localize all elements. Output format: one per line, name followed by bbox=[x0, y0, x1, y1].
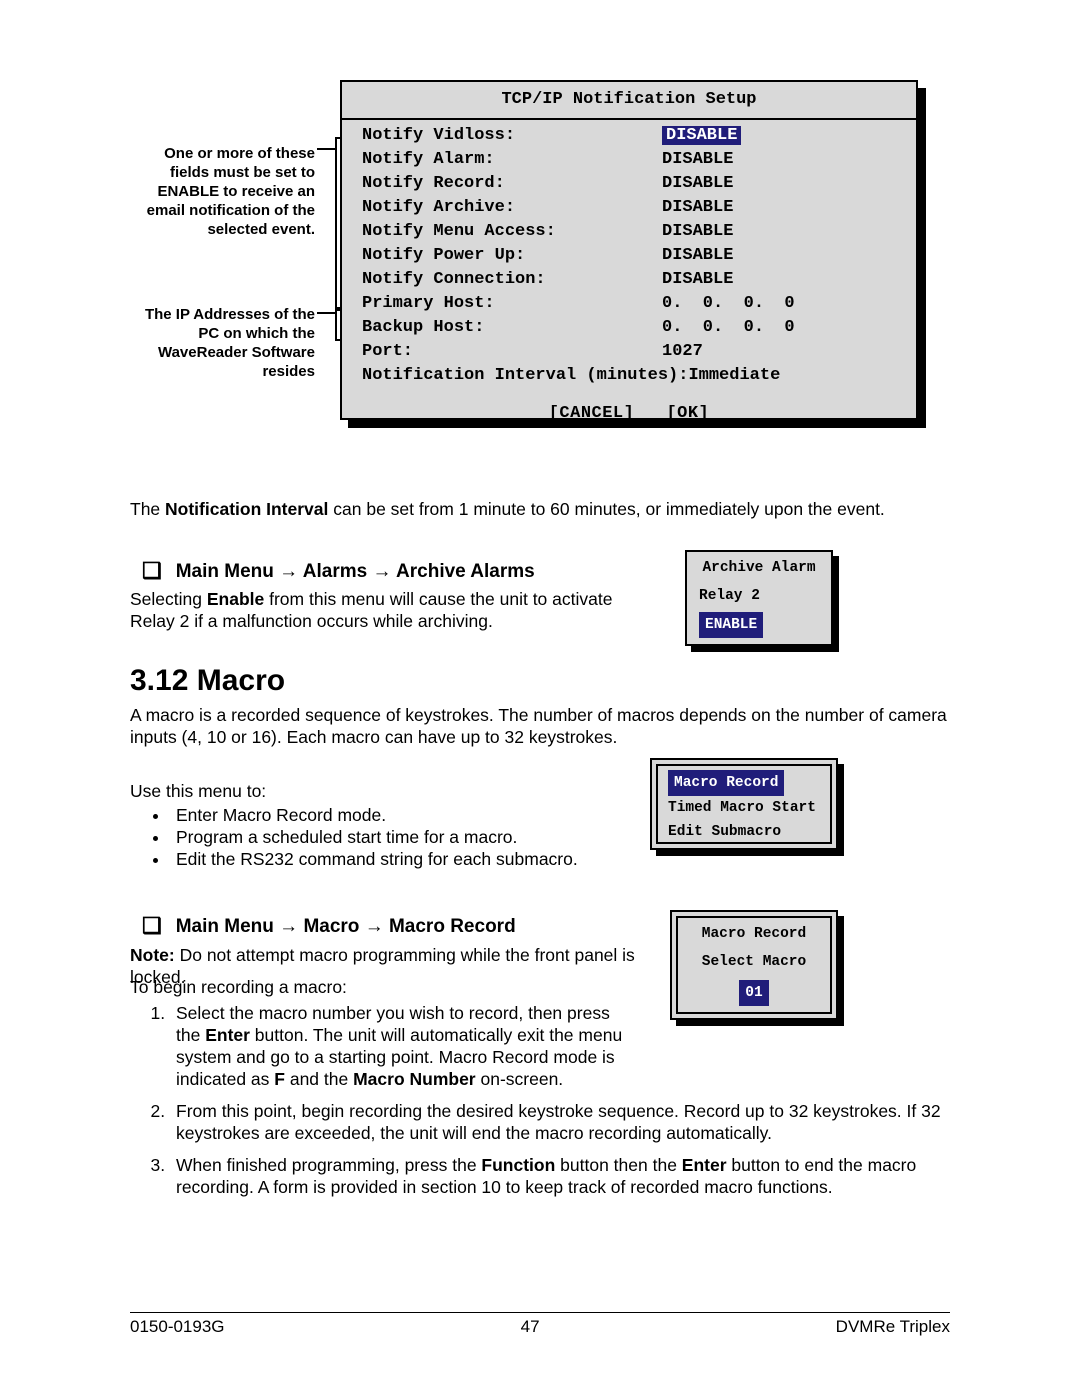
enable-option[interactable]: ENABLE bbox=[699, 612, 763, 638]
osd-row: Primary Host:0. 0. 0. 0 bbox=[362, 292, 896, 316]
tcpip-setup-screen: TCP/IP Notification Setup Notify Vidloss… bbox=[340, 80, 918, 420]
mini-title: Archive Alarm bbox=[699, 556, 819, 580]
macro-record-option[interactable]: Macro Record bbox=[668, 770, 784, 796]
osd-row: Notify Menu Access:DISABLE bbox=[362, 220, 896, 244]
osd-footer: [CANCEL] [OK] bbox=[342, 402, 916, 426]
osd-label: Primary Host: bbox=[362, 292, 662, 316]
timed-macro-start-option[interactable]: Timed Macro Start bbox=[668, 796, 820, 820]
osd-row: Notification Interval (minutes):Immediat… bbox=[362, 364, 896, 388]
archive-alarm-screen: Archive Alarm Relay 2 ENABLE bbox=[685, 550, 833, 646]
osd-row: Notify Record:DISABLE bbox=[362, 172, 896, 196]
osd-row: Port:1027 bbox=[362, 340, 896, 364]
osd-label: Notify Connection: bbox=[362, 268, 662, 292]
bullet-item: Edit the RS232 command string for each s… bbox=[170, 848, 670, 870]
osd-label: Notification Interval (minutes): bbox=[362, 364, 688, 388]
page-footer: 0150-0193G 47 DVMRe Triplex bbox=[130, 1312, 950, 1337]
osd-row: Notify Vidloss:DISABLE bbox=[362, 124, 896, 148]
osd-label: Notify Record: bbox=[362, 172, 662, 196]
osd-label: Port: bbox=[362, 340, 662, 364]
macro-record-steps: Select the macro number you wish to reco… bbox=[170, 1002, 990, 1208]
osd-value[interactable]: DISABLE bbox=[662, 196, 733, 220]
cancel-button[interactable]: [CANCEL] bbox=[549, 404, 635, 423]
archive-alarms-text: Selecting Enable from this menu will cau… bbox=[130, 588, 650, 632]
osd-label: Notify Archive: bbox=[362, 196, 662, 220]
osd-row: Notify Alarm:DISABLE bbox=[362, 148, 896, 172]
footer-page-number: 47 bbox=[521, 1317, 540, 1337]
osd-row: Backup Host:0. 0. 0. 0 bbox=[362, 316, 896, 340]
heading-archive-alarms: Main Menu → Alarms → Archive Alarms bbox=[142, 560, 702, 583]
notification-interval-note: The Notification Interval can be set fro… bbox=[130, 498, 950, 520]
osd-value[interactable]: 0. 0. 0. 0 bbox=[662, 292, 795, 316]
edit-submacro-option[interactable]: Edit Submacro bbox=[668, 820, 820, 844]
step-1: Select the macro number you wish to reco… bbox=[170, 1002, 636, 1090]
bullet-item: Enter Macro Record mode. bbox=[170, 804, 670, 826]
osd-title: TCP/IP Notification Setup bbox=[342, 82, 916, 120]
step-2: From this point, begin recording the des… bbox=[170, 1100, 946, 1144]
relay-label: Relay 2 bbox=[699, 584, 819, 608]
annotation-notify-fields: One or more of these fields must be set … bbox=[130, 144, 315, 239]
select-macro-label: Select Macro bbox=[688, 950, 820, 974]
osd-label: Notify Power Up: bbox=[362, 244, 662, 268]
macro-record-title: Macro Record bbox=[688, 922, 820, 946]
osd-label: Notify Menu Access: bbox=[362, 220, 662, 244]
osd-row: Notify Connection:DISABLE bbox=[362, 268, 896, 292]
macro-bullets: Enter Macro Record mode.Program a schedu… bbox=[170, 804, 670, 870]
use-menu-label: Use this menu to: bbox=[130, 780, 630, 802]
macro-menu-screen: Macro Record Timed Macro Start Edit Subm… bbox=[650, 758, 838, 850]
osd-value[interactable]: DISABLE bbox=[662, 244, 733, 268]
begin-recording-label: To begin recording a macro: bbox=[130, 976, 650, 998]
annotation-ip-addresses: The IP Addresses of the PC on which the … bbox=[130, 305, 315, 381]
bullet-item: Program a scheduled start time for a mac… bbox=[170, 826, 670, 848]
osd-value[interactable]: 1027 bbox=[662, 340, 703, 364]
footer-doc-number: 0150-0193G bbox=[130, 1317, 225, 1337]
osd-label: Backup Host: bbox=[362, 316, 662, 340]
ok-button[interactable]: [OK] bbox=[666, 404, 709, 423]
footer-product-name: DVMRe Triplex bbox=[836, 1317, 950, 1337]
section-heading-macro: 3.12 Macro bbox=[130, 670, 950, 692]
osd-value[interactable]: DISABLE bbox=[662, 172, 733, 196]
osd-label: Notify Vidloss: bbox=[362, 124, 662, 148]
connector-line bbox=[317, 148, 335, 150]
osd-value[interactable]: DISABLE bbox=[662, 220, 733, 244]
osd-value[interactable]: Immediate bbox=[688, 364, 780, 388]
osd-label: Notify Alarm: bbox=[362, 148, 662, 172]
step-3: When finished programming, press the Fun… bbox=[170, 1154, 946, 1198]
osd-row: Notify Power Up:DISABLE bbox=[362, 244, 896, 268]
osd-value[interactable]: 0. 0. 0. 0 bbox=[662, 316, 795, 340]
macro-intro-text: A macro is a recorded sequence of keystr… bbox=[130, 704, 950, 748]
osd-row: Notify Archive:DISABLE bbox=[362, 196, 896, 220]
osd-value[interactable]: DISABLE bbox=[662, 268, 733, 292]
osd-value[interactable]: DISABLE bbox=[662, 148, 733, 172]
osd-value[interactable]: DISABLE bbox=[662, 124, 741, 148]
heading-macro-record: Main Menu → Macro → Macro Record bbox=[142, 915, 702, 938]
connector-line bbox=[317, 312, 335, 314]
